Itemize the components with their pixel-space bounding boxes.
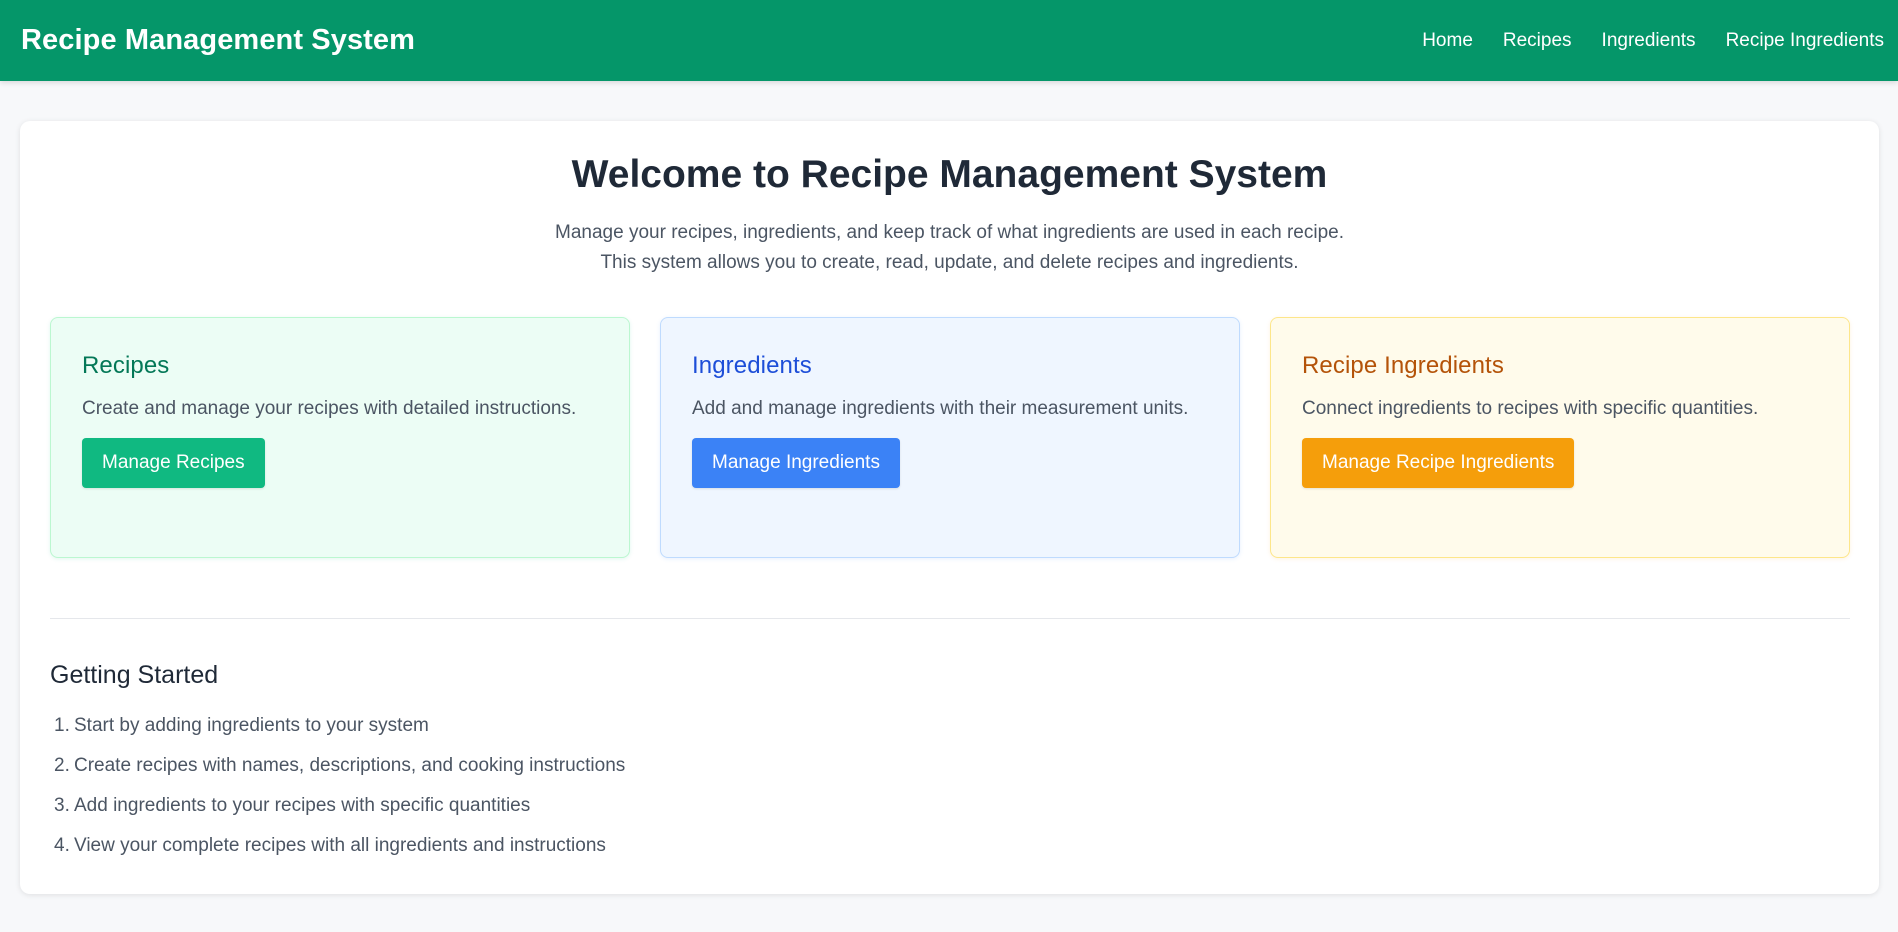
recipe-ingredients-card: Recipe Ingredients Connect ingredients t… [1270, 317, 1850, 558]
recipe-ingredients-card-description: Connect ingredients to recipes with spec… [1302, 398, 1759, 419]
step-number: 3. [54, 795, 70, 816]
step-text: Add ingredients to your recipes with spe… [74, 795, 531, 816]
list-item: 3. Add ingredients to your recipes with s… [54, 791, 625, 831]
ingredients-card: Ingredients Add and manage ingredients w… [660, 317, 1240, 558]
list-item: 4. View your complete recipes with all in… [54, 831, 625, 871]
recipe-ingredients-card-title: Recipe Ingredients [1302, 352, 1504, 379]
manage-ingredients-button[interactable]: Manage Ingredients [692, 438, 900, 488]
recipes-card-title: Recipes [82, 352, 170, 379]
step-number: 4. [54, 835, 70, 856]
list-item: 2. Create recipes with names, description… [54, 751, 625, 791]
recipes-card: Recipes Create and manage your recipes w… [50, 317, 630, 558]
manage-recipe-ingredients-button[interactable]: Manage Recipe Ingredients [1302, 438, 1575, 488]
ingredients-card-title: Ingredients [692, 352, 812, 379]
page-title: Welcome to Recipe Management System [571, 153, 1328, 196]
app-title[interactable]: Recipe Management System [21, 24, 415, 57]
main-nav: Home Recipes Ingredients Recipe Ingredie… [1422, 30, 1884, 52]
nav-link-recipes[interactable]: Recipes [1503, 30, 1572, 52]
step-number: 2. [54, 755, 70, 776]
getting-started-title: Getting Started [50, 661, 219, 689]
ingredients-card-description: Add and manage ingredients with their me… [692, 398, 1189, 419]
manage-recipes-button[interactable]: Manage Recipes [82, 438, 265, 488]
step-text: Create recipes with names, descriptions,… [74, 755, 626, 776]
step-text: Start by adding ingredients to your syst… [74, 715, 429, 736]
list-item: 1. Start by adding ingredients to your sy… [54, 711, 625, 751]
recipes-card-description: Create and manage your recipes with deta… [82, 398, 577, 419]
top-navbar: Recipe Management System Home Recipes In… [0, 0, 1898, 81]
subtitle-line-2: This system allows you to create, read, … [600, 252, 1299, 273]
subtitle-line-1: Manage your recipes, ingredients, and ke… [555, 222, 1344, 243]
step-text: View your complete recipes with all ingr… [74, 835, 606, 856]
step-number: 1. [54, 715, 70, 736]
nav-link-home[interactable]: Home [1422, 30, 1473, 52]
page-subtitle: Manage your recipes, ingredients, and ke… [20, 218, 1879, 278]
nav-link-recipe-ingredients[interactable]: Recipe Ingredients [1726, 30, 1884, 52]
nav-link-ingredients[interactable]: Ingredients [1602, 30, 1696, 52]
section-divider [50, 618, 1850, 619]
getting-started-steps: 1. Start by adding ingredients to your sy… [54, 711, 625, 871]
main-panel: Welcome to Recipe Management System Mana… [20, 121, 1879, 894]
